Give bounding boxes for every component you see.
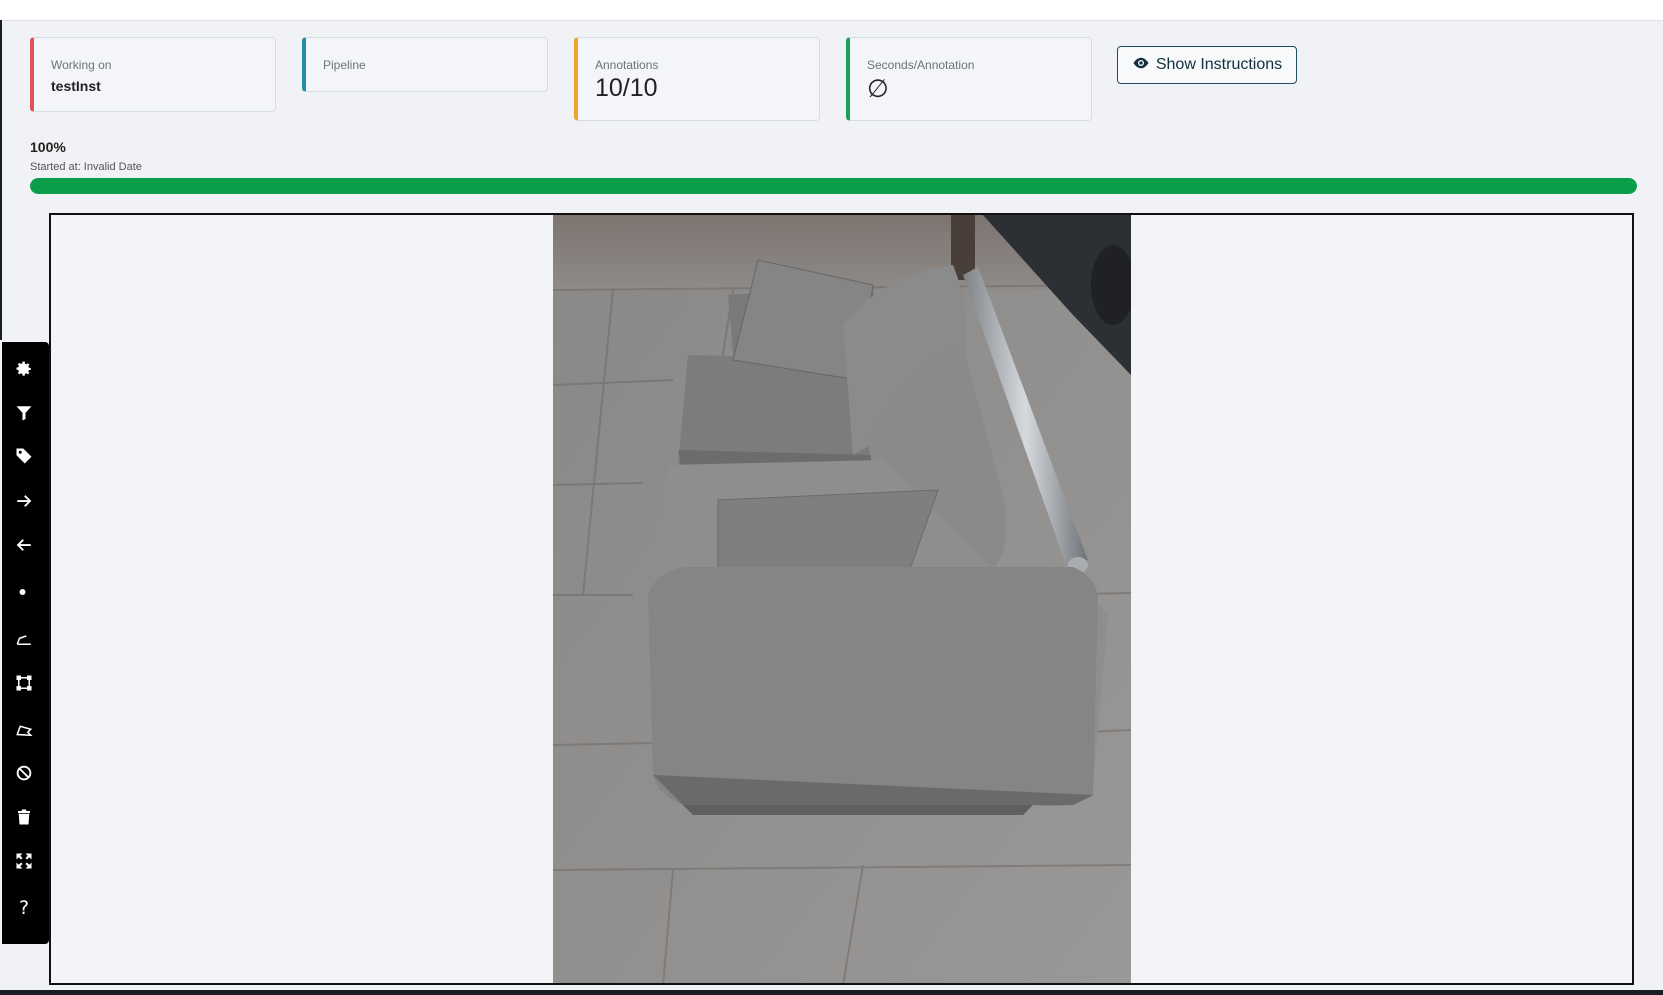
working-on-card: Working on testInst <box>30 37 276 112</box>
tag-icon <box>15 447 33 470</box>
annotations-label: Annotations <box>595 58 659 72</box>
polygon-icon <box>15 721 33 744</box>
seconds-label: Seconds/Annotation <box>867 58 975 72</box>
annotation-canvas[interactable] <box>49 213 1634 985</box>
bbox-icon <box>15 674 33 697</box>
help-tool[interactable]: ? <box>12 896 36 920</box>
label-tool[interactable] <box>12 446 36 470</box>
annotations-card: Annotations 10/10 <box>574 37 820 121</box>
progress-percent: 100% <box>30 139 66 155</box>
line-tool[interactable] <box>12 629 36 653</box>
show-instructions-button[interactable]: Show Instructions <box>1117 46 1297 84</box>
gear-icon <box>15 360 33 383</box>
point-tool[interactable] <box>12 582 36 606</box>
progress-bar <box>30 178 1637 194</box>
annotations-value: 10/10 <box>595 74 658 102</box>
bbox-tool[interactable] <box>12 673 36 697</box>
next-tool[interactable] <box>12 491 36 515</box>
bottom-edge <box>0 990 1663 995</box>
line-icon <box>15 630 33 653</box>
annotation-toolbar: ? <box>2 342 49 944</box>
started-at: Started at: Invalid Date <box>30 161 142 173</box>
delete-tool[interactable] <box>12 807 36 831</box>
point-icon <box>15 583 33 606</box>
ban-icon <box>15 764 33 787</box>
junk-tool[interactable] <box>12 763 36 787</box>
fullscreen-icon <box>15 852 33 875</box>
annotation-page: Working on testInst Pipeline Annotations… <box>0 0 1663 990</box>
seconds-value: ∅ <box>867 75 889 103</box>
seconds-card: Seconds/Annotation ∅ <box>846 37 1092 121</box>
settings-tool[interactable] <box>12 359 36 383</box>
pipeline-card: Pipeline <box>302 37 548 92</box>
trash-icon <box>15 808 33 831</box>
sofa-image[interactable] <box>553 215 1131 985</box>
polygon-tool[interactable] <box>12 720 36 744</box>
progress-fill <box>30 178 1637 194</box>
filter-tool[interactable] <box>12 403 36 427</box>
pipeline-label: Pipeline <box>323 58 366 72</box>
working-on-value: testInst <box>51 78 101 94</box>
previous-tool[interactable] <box>12 535 36 559</box>
arrow-left-icon <box>15 536 33 559</box>
left-edge <box>0 20 2 340</box>
top-bar <box>0 0 1663 21</box>
help-icon: ? <box>18 896 30 919</box>
arrow-right-icon <box>15 492 33 515</box>
fullscreen-tool[interactable] <box>12 851 36 875</box>
eye-icon <box>1132 56 1150 75</box>
show-instructions-label: Show Instructions <box>1155 56 1283 73</box>
filter-icon <box>15 404 33 427</box>
working-on-label: Working on <box>51 58 112 72</box>
